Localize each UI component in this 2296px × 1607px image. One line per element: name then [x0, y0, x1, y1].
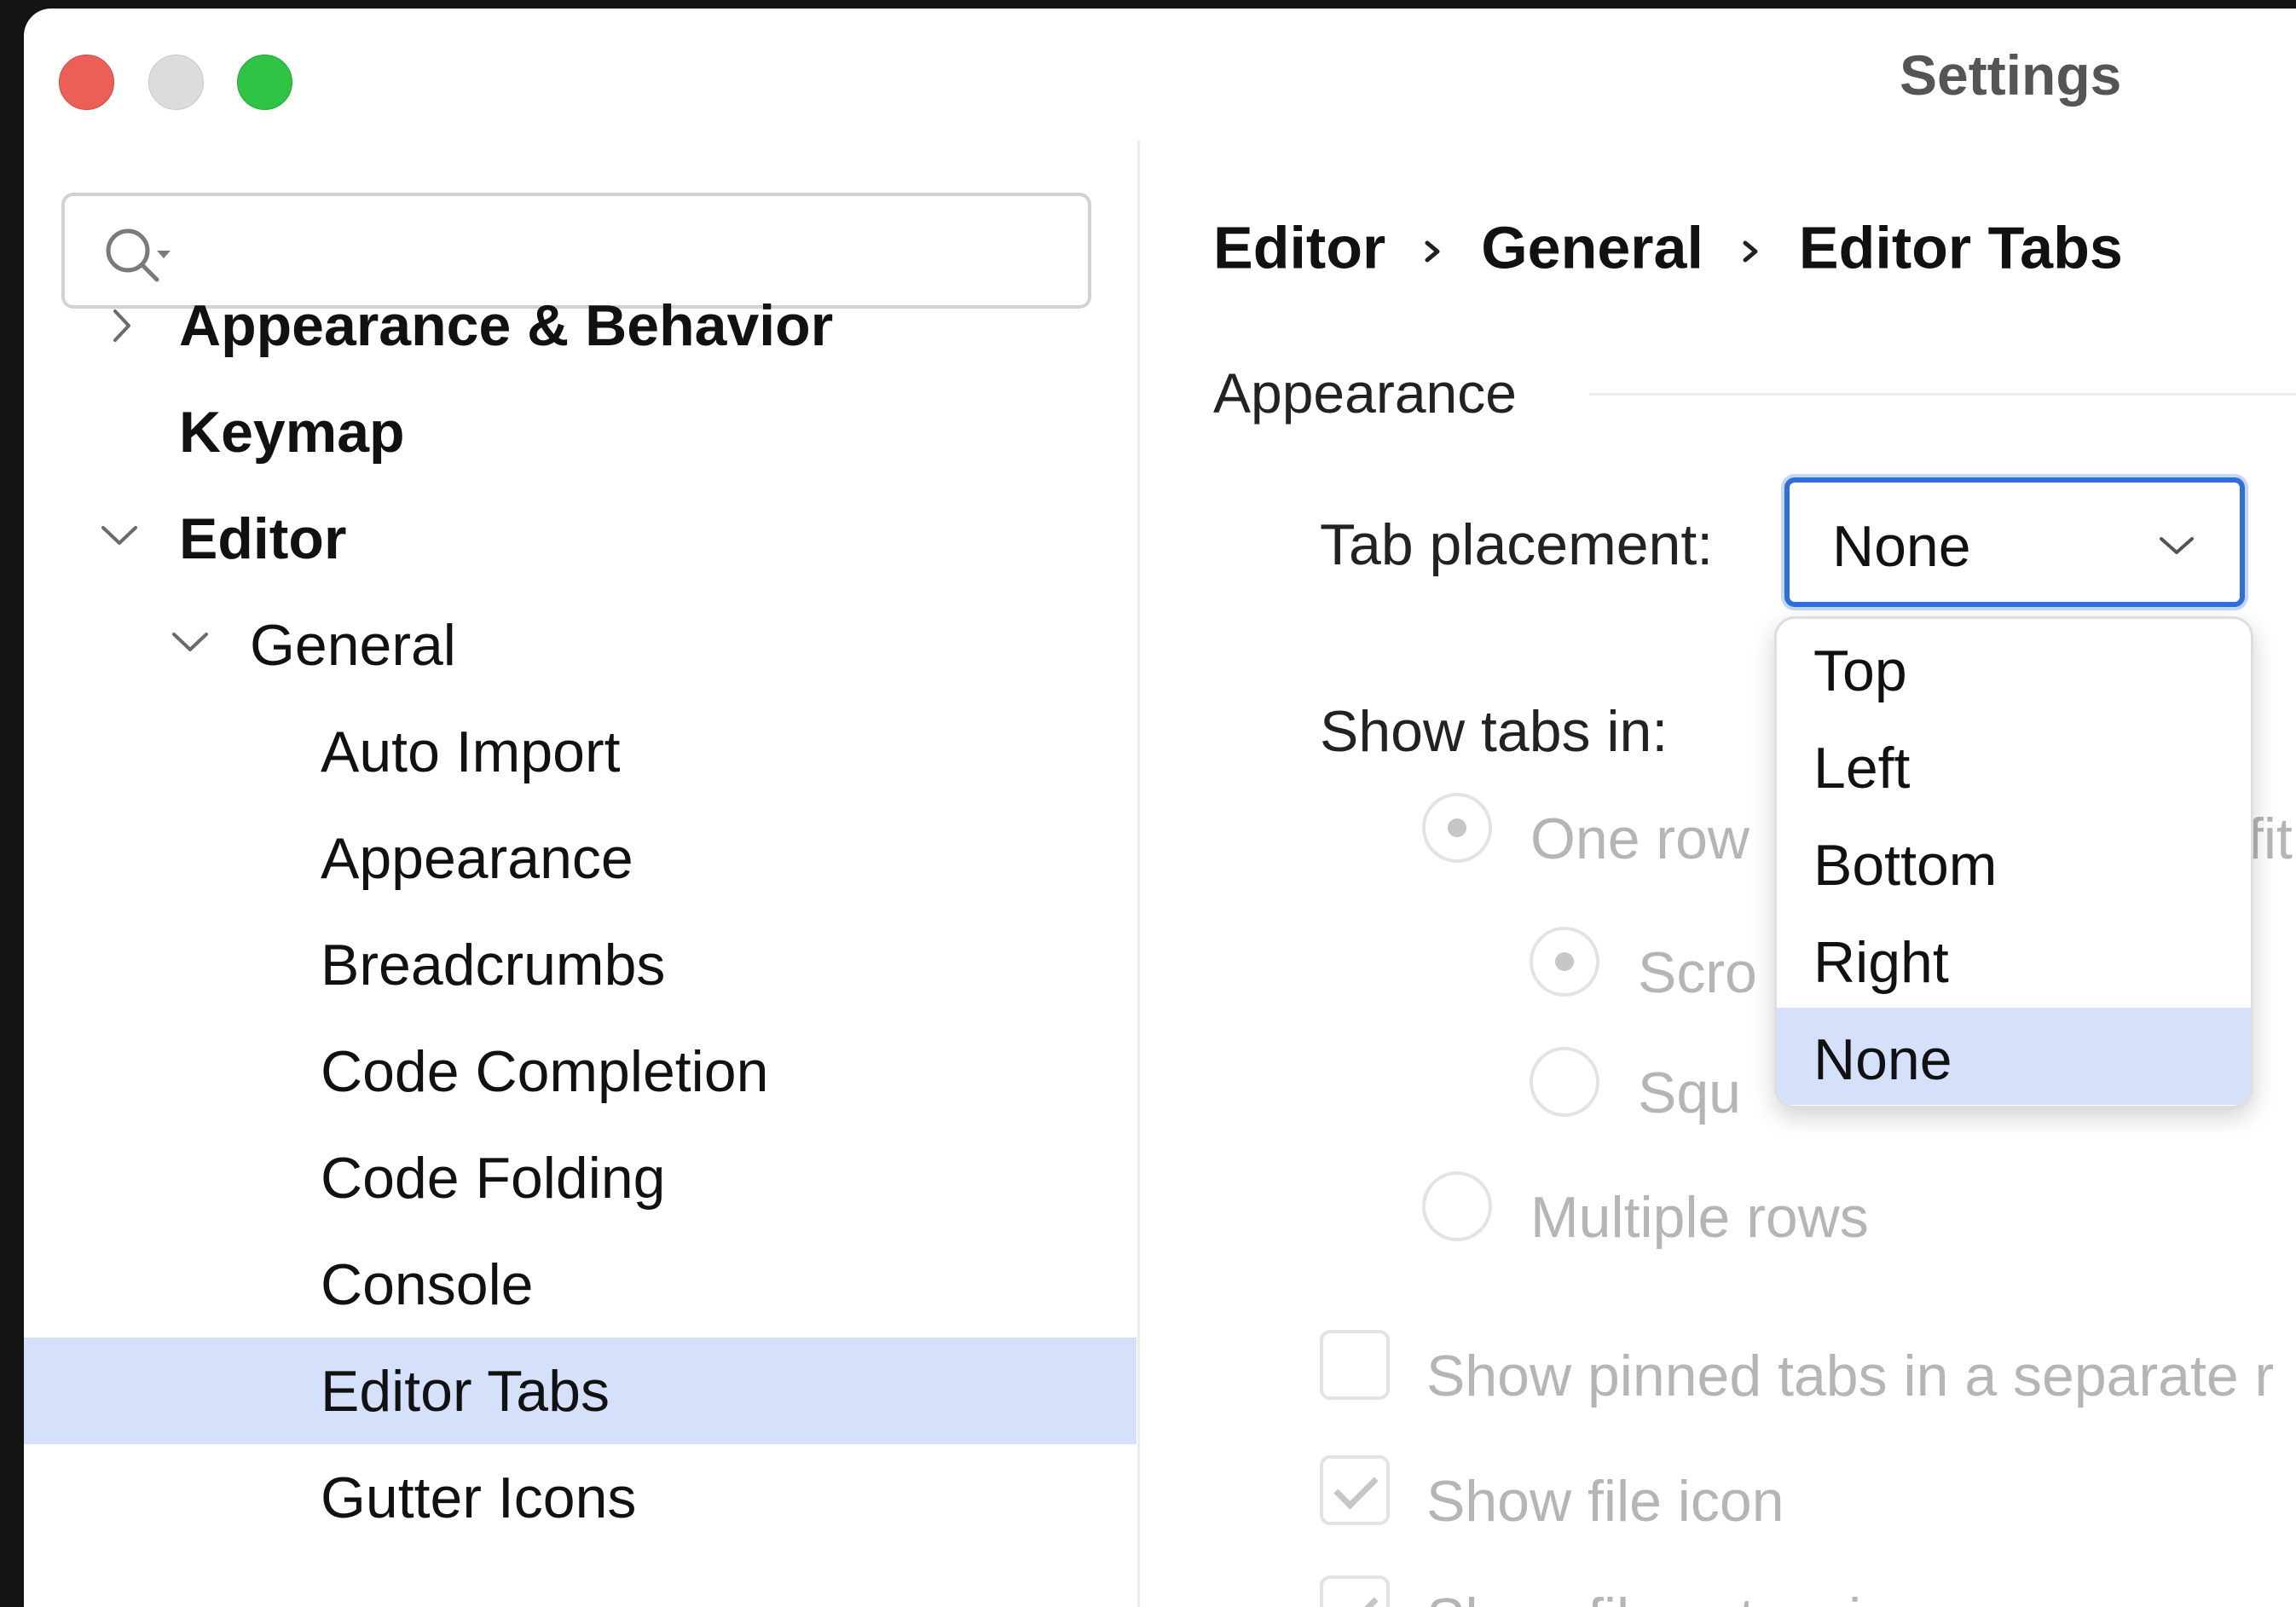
sidebar-item-appearance-behavior[interactable]: Appearance & Behavior	[24, 272, 1136, 379]
chevron-down-icon[interactable]	[169, 626, 211, 660]
settings-sidebar: Appearance & Behavior Keymap Editor Gene…	[24, 141, 1136, 1607]
section-title-appearance: Appearance	[1213, 361, 1517, 425]
sidebar-item-label: General	[250, 613, 456, 678]
breadcrumb-editor[interactable]: Editor	[1213, 215, 1385, 281]
sidebar-item-label: Keymap	[179, 400, 405, 465]
chevron-down-icon	[2160, 537, 2194, 554]
zoom-window-button[interactable]	[237, 55, 292, 110]
sidebar-item-label: Code Folding	[321, 1146, 666, 1211]
sidebar-item-label: Breadcrumbs	[321, 933, 666, 997]
close-window-button[interactable]	[59, 55, 114, 110]
scroll-tabs-radio[interactable]	[1530, 927, 1599, 997]
sidebar-item-console[interactable]: Console	[24, 1231, 1136, 1338]
minimize-window-button[interactable]	[148, 55, 204, 110]
show-file-extension-checkbox[interactable]	[1320, 1575, 1390, 1607]
popup-option-label: Left	[1813, 736, 1911, 801]
show-file-extension-label: Show file extension	[1426, 1586, 1926, 1607]
sidebar-item-editor-tabs[interactable]: Editor Tabs	[24, 1338, 1136, 1444]
tab-placement-popup: Top Left Bottom Right None	[1774, 616, 2253, 1108]
one-row-radio[interactable]	[1422, 793, 1492, 863]
section-divider	[1589, 393, 2296, 396]
sidebar-item-code-completion[interactable]: Code Completion	[24, 1018, 1136, 1124]
sidebar-item-editor[interactable]: Editor	[24, 485, 1136, 592]
sidebar-item-code-folding[interactable]: Code Folding	[24, 1124, 1136, 1231]
scroll-tabs-label: Scro	[1638, 940, 1757, 1005]
chevron-down-icon[interactable]	[98, 519, 141, 553]
breadcrumb: Editor General Editor Tabs	[1213, 209, 2123, 282]
multiple-rows-radio[interactable]	[1422, 1171, 1492, 1241]
show-pinned-tabs-checkbox[interactable]	[1320, 1330, 1390, 1400]
sidebar-item-auto-import[interactable]: Auto Import	[24, 698, 1136, 805]
sidebar-item-appearance[interactable]: Appearance	[24, 805, 1136, 911]
chevron-right-icon	[1423, 214, 1443, 282]
popup-option-right[interactable]: Right	[1777, 910, 2251, 1008]
popup-option-label: None	[1813, 1027, 1952, 1092]
sidebar-item-gutter-icons[interactable]: Gutter Icons	[24, 1444, 1136, 1551]
sidebar-item-label: Appearance	[321, 826, 633, 891]
sidebar-item-label: Code Completion	[321, 1039, 769, 1104]
popup-option-none[interactable]: None	[1777, 1008, 2251, 1105]
show-file-icon-label: Show file icon	[1426, 1469, 1784, 1534]
chevron-right-icon	[1741, 214, 1761, 282]
popup-option-bottom[interactable]: Bottom	[1777, 813, 2251, 910]
breadcrumb-editor-tabs: Editor Tabs	[1798, 214, 2123, 281]
popup-option-top[interactable]: Top	[1777, 619, 2251, 716]
squeeze-tabs-label: Squ	[1638, 1061, 1741, 1125]
breadcrumb-general[interactable]: General	[1481, 215, 1703, 281]
show-tabs-in-label: Show tabs in:	[1320, 699, 1669, 764]
tab-placement-dropdown[interactable]: None	[1784, 477, 2245, 607]
chevron-right-icon[interactable]	[105, 306, 139, 345]
show-pinned-tabs-label: Show pinned tabs in a separate r	[1426, 1344, 2275, 1408]
tab-placement-label: Tab placement:	[1320, 512, 1714, 577]
popup-option-label: Bottom	[1813, 833, 1998, 898]
popup-option-label: Right	[1813, 930, 1949, 995]
sidebar-item-label: Console	[321, 1252, 534, 1317]
sidebar-item-keymap[interactable]: Keymap	[24, 379, 1136, 485]
sidebar-item-label: Editor	[179, 506, 347, 571]
window-title: Settings	[1900, 43, 2122, 107]
sidebar-item-label: Editor Tabs	[321, 1359, 610, 1424]
sidebar-divider[interactable]	[1137, 141, 1140, 1607]
sidebar-item-general[interactable]: General	[24, 592, 1136, 698]
tab-placement-value: None	[1832, 514, 1971, 579]
sidebar-item-label: Appearance & Behavior	[179, 293, 834, 358]
one-row-label: One row	[1530, 806, 1749, 871]
sidebar-item-label: Auto Import	[321, 720, 621, 784]
popup-option-left[interactable]: Left	[1777, 716, 2251, 813]
show-file-icon-checkbox[interactable]	[1320, 1455, 1390, 1525]
sidebar-item-breadcrumbs[interactable]: Breadcrumbs	[24, 911, 1136, 1018]
popup-option-label: Top	[1813, 639, 1907, 703]
squeeze-tabs-radio[interactable]	[1530, 1047, 1599, 1117]
settings-window: Settings Appearance & Behavior Keymap Ed…	[24, 9, 2296, 1607]
multiple-rows-label: Multiple rows	[1530, 1185, 1869, 1250]
one-row-label-tail: fit	[2247, 806, 2293, 871]
sidebar-item-label: Gutter Icons	[321, 1465, 637, 1530]
